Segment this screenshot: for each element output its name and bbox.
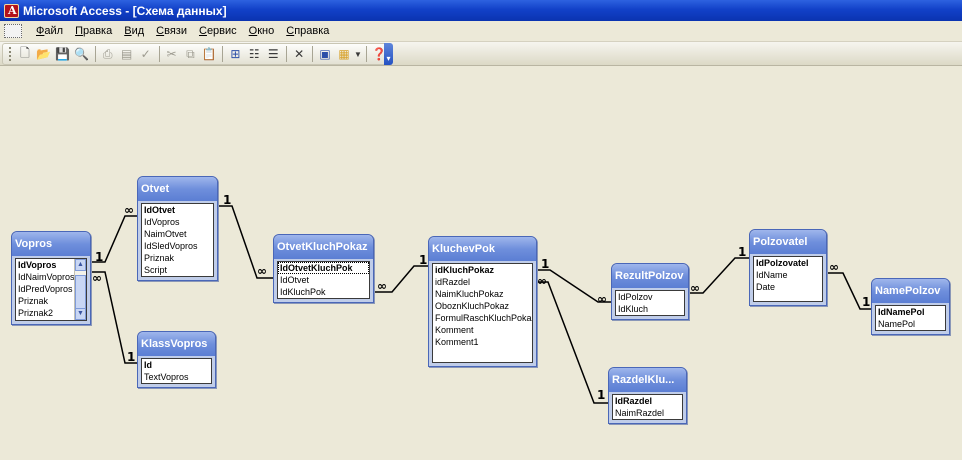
table-title[interactable]: KlassVopros — [138, 332, 215, 356]
field-item[interactable]: Komment1 — [433, 336, 532, 348]
table-title[interactable]: RazdelKlu... — [609, 368, 686, 392]
table-title[interactable]: Otvet — [138, 177, 217, 201]
field-item[interactable]: IdOtvet — [142, 204, 213, 216]
card-vopros-klass-to: 1 — [127, 350, 136, 364]
table-title[interactable]: Vopros — [12, 232, 90, 256]
field-list[interactable]: IdPolzov IdKluch — [615, 290, 685, 316]
table-razdelkluch[interactable]: RazdelKlu... IdRazdel NaimRazdel — [608, 367, 687, 424]
table-title[interactable]: RezultPolzov — [612, 264, 688, 288]
field-list[interactable]: IdOtvetKluchPok IdOtvet IdKluchPok — [277, 261, 370, 299]
field-item[interactable]: Priznak — [142, 252, 213, 264]
field-item[interactable]: NamePol — [876, 318, 945, 330]
table-title[interactable]: NamePolzov — [872, 279, 949, 303]
card-pol-np-from: ∞ — [829, 260, 839, 274]
field-item[interactable]: IdName — [754, 269, 822, 281]
field-item[interactable]: IdPolzov — [616, 291, 684, 303]
card-pol-np-to: 1 — [862, 295, 871, 309]
card-vopros-klass-from: ∞ — [92, 271, 102, 285]
field-list[interactable]: IdOtvet IdVopros NaimOtvet IdSledVopros … — [141, 203, 214, 277]
table-namepolzov[interactable]: NamePolzov IdNamePol NamePol — [871, 278, 950, 335]
field-list[interactable]: idKluchPokaz idRazdel NaimKluchPokaz Obo… — [432, 263, 533, 363]
field-item[interactable]: IdSledVopros — [142, 240, 213, 252]
field-item[interactable]: NaimOtvet — [142, 228, 213, 240]
scroll-up-icon[interactable]: ▲ — [75, 259, 86, 271]
field-item[interactable]: Script — [142, 264, 213, 276]
field-item[interactable]: FormulRaschKluchPokaz — [433, 312, 532, 324]
table-otvet[interactable]: Otvet IdOtvet IdVopros NaimOtvet IdSledV… — [137, 176, 218, 281]
card-kp-rp-from: 1 — [541, 257, 550, 271]
card-kp-rp-to: ∞ — [597, 292, 607, 306]
field-item[interactable]: NaimRazdel — [613, 407, 682, 419]
field-list[interactable]: IdVopros IdNaimVopros IdPredVopros Prizn… — [15, 258, 87, 321]
card-otvet-okp-from: 1 — [223, 193, 232, 207]
field-item[interactable]: IdRazdel — [613, 395, 682, 407]
table-title[interactable]: KluchevPok — [429, 237, 536, 261]
field-item[interactable]: IdOtvetKluchPok — [278, 262, 369, 274]
field-list[interactable]: IdRazdel NaimRazdel — [612, 394, 683, 420]
card-kp-rk-to: 1 — [597, 388, 606, 402]
field-item[interactable]: IdVopros — [142, 216, 213, 228]
card-otvet-okp-to: ∞ — [257, 264, 267, 278]
field-item[interactable]: idRazdel — [433, 276, 532, 288]
field-item[interactable]: Komment — [433, 324, 532, 336]
table-otvetkluchpokaz[interactable]: OtvetKluchPokaz IdOtvetKluchPok IdOtvet … — [273, 234, 374, 303]
field-item[interactable]: idKluchPokaz — [433, 264, 532, 276]
table-polzovatel[interactable]: Polzovatel IdPolzovatel IdName Date — [749, 229, 827, 306]
field-item[interactable]: IdNamePol — [876, 306, 945, 318]
table-vopros[interactable]: Vopros IdVopros IdNaimVopros IdPredVopro… — [11, 231, 91, 325]
card-vopros-otvet-to: ∞ — [124, 203, 134, 217]
field-list[interactable]: Id TextVopros — [141, 358, 212, 384]
field-list[interactable]: IdPolzovatel IdName Date — [753, 256, 823, 302]
field-item[interactable]: IdOtvet — [278, 274, 369, 286]
field-item[interactable]: IdKluchPok — [278, 286, 369, 298]
card-vopros-otvet-from: 1 — [95, 250, 104, 264]
field-list[interactable]: IdNamePol NamePol — [875, 305, 946, 331]
card-kp-rk-from: ∞ — [537, 274, 547, 288]
field-item[interactable]: OboznKluchPokaz — [433, 300, 532, 312]
card-okp-kp-to: 1 — [419, 253, 428, 267]
table-rezultpolzov[interactable]: RezultPolzov IdPolzov IdKluch — [611, 263, 689, 320]
table-klassvopros[interactable]: KlassVopros Id TextVopros — [137, 331, 216, 388]
card-rp-pol-to: 1 — [738, 245, 747, 259]
card-rp-pol-from: ∞ — [690, 281, 700, 295]
card-okp-kp-from: ∞ — [377, 279, 387, 293]
table-kluchevpok[interactable]: KluchevPok idKluchPokaz idRazdel NaimKlu… — [428, 236, 537, 367]
field-item[interactable]: IdKluch — [616, 303, 684, 315]
field-item[interactable]: IdPolzovatel — [754, 257, 822, 269]
field-item[interactable]: Id — [142, 359, 211, 371]
field-item[interactable]: Date — [754, 281, 822, 293]
vertical-scrollbar[interactable]: ▲ ▼ — [74, 259, 86, 320]
scroll-down-icon[interactable]: ▼ — [75, 308, 86, 320]
field-item[interactable]: TextVopros — [142, 371, 211, 383]
field-item[interactable]: NaimKluchPokaz — [433, 288, 532, 300]
table-title[interactable]: OtvetKluchPokaz — [274, 235, 373, 259]
table-title[interactable]: Polzovatel — [750, 230, 826, 254]
